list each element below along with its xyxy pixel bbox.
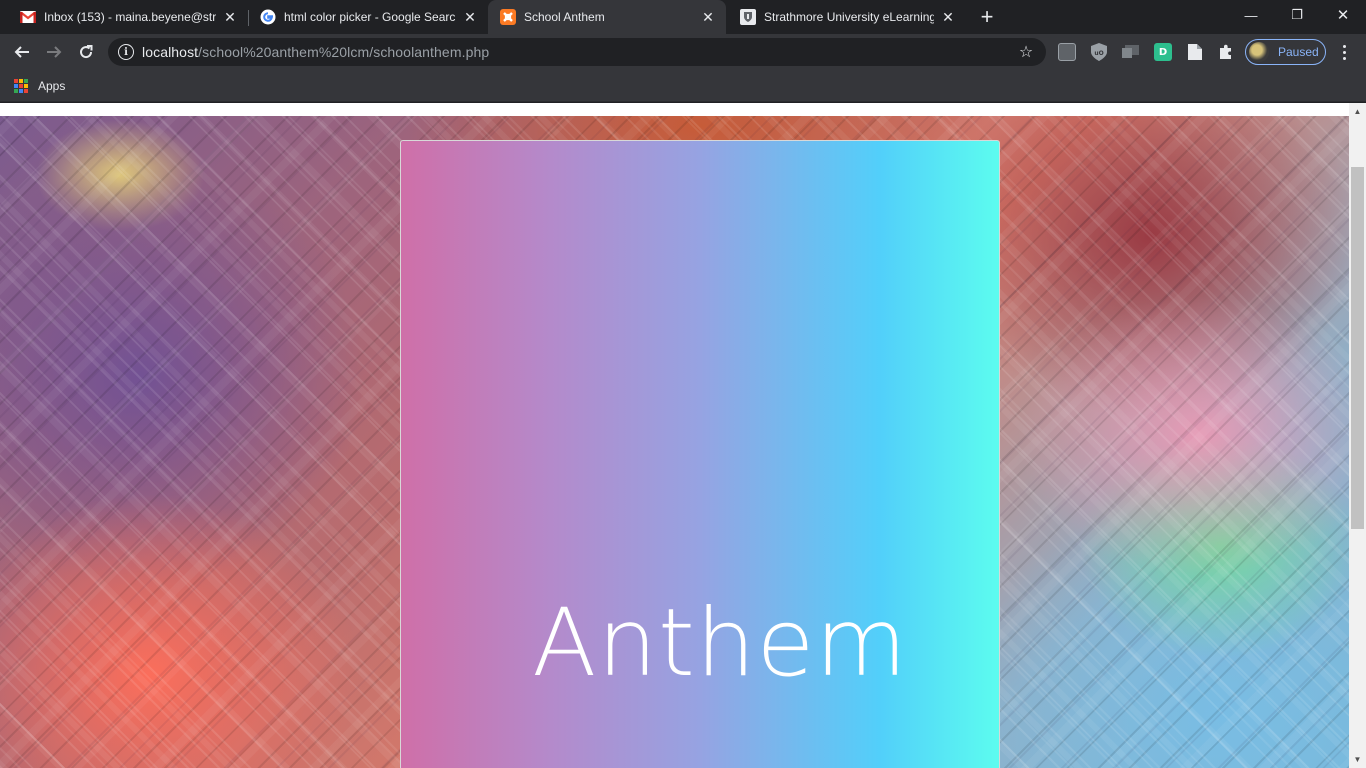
tab-gmail[interactable]: Inbox (153) - maina.beyene@stra ✕ [8, 0, 248, 34]
tab-title: html color picker - Google Searc [284, 10, 456, 24]
bookmark-star-icon[interactable]: ☆ [1016, 42, 1036, 62]
extension-gray-icon[interactable] [1058, 43, 1076, 61]
dashlane-icon[interactable]: D [1154, 43, 1172, 61]
gmail-icon [20, 9, 36, 25]
apps-label: Apps [38, 79, 66, 93]
minimize-button[interactable]: — [1228, 0, 1274, 30]
tab-close-icon[interactable]: ✕ [698, 7, 718, 27]
apps-shortcut[interactable]: Apps [14, 78, 65, 94]
tab-close-icon[interactable]: ✕ [220, 7, 240, 27]
browser-toolbar: i localhost/school%20anthem%20lcm/school… [0, 34, 1366, 70]
url-host: localhost [142, 44, 199, 60]
profile-button[interactable]: Paused [1245, 39, 1326, 65]
back-arrow-icon [14, 46, 29, 58]
site-info-icon[interactable]: i [118, 44, 134, 60]
close-window-button[interactable]: ✕ [1320, 0, 1366, 30]
forward-arrow-icon [47, 46, 62, 58]
anthem-card: Anthem [400, 140, 1000, 768]
tab-title: School Anthem [524, 10, 605, 24]
reload-icon [80, 45, 93, 59]
svg-text:uO: uO [1094, 50, 1103, 57]
page-viewport: Anthem ▲ ▼ [0, 103, 1366, 768]
extensions-puzzle-icon[interactable] [1217, 43, 1235, 61]
restore-button[interactable]: ❐ [1274, 0, 1320, 30]
tab-strathmore-elearning[interactable]: Strathmore University eLearning ✕ [728, 0, 966, 34]
cast-extension-icon[interactable] [1122, 43, 1140, 61]
strathmore-icon [740, 9, 756, 25]
avatar [1249, 42, 1269, 62]
apps-grid-icon [14, 79, 28, 93]
scroll-down-arrow-icon[interactable]: ▼ [1349, 751, 1366, 768]
scroll-up-arrow-icon[interactable]: ▲ [1349, 103, 1366, 120]
url-text[interactable]: localhost/school%20anthem%20lcm/schoolan… [142, 44, 489, 60]
url-path: /school%20anthem%20lcm/schoolanthem.php [198, 44, 490, 60]
document-icon[interactable] [1186, 43, 1204, 61]
xampp-icon [500, 9, 516, 25]
page-scrollbar[interactable]: ▲ ▼ [1349, 103, 1366, 768]
google-icon [260, 9, 276, 25]
new-tab-button[interactable]: + [974, 4, 1000, 30]
tab-google-search[interactable]: html color picker - Google Searc ✕ [248, 0, 488, 34]
page-title: Anthem [532, 589, 908, 698]
forward-button[interactable] [40, 38, 68, 66]
tab-close-icon[interactable]: ✕ [938, 7, 958, 27]
reload-button[interactable] [72, 38, 100, 66]
tab-strip: Inbox (153) - maina.beyene@stra ✕ html c… [0, 0, 1366, 34]
tab-close-icon[interactable]: ✕ [460, 7, 480, 27]
back-button[interactable] [8, 38, 36, 66]
tab-school-anthem[interactable]: School Anthem ✕ [488, 0, 726, 34]
ublock-icon[interactable]: uO [1090, 43, 1108, 61]
tab-title: Inbox (153) - maina.beyene@stra [44, 10, 216, 24]
scrollbar-thumb[interactable] [1351, 167, 1364, 529]
tab-title: Strathmore University eLearning [764, 10, 934, 24]
address-bar[interactable]: i localhost/school%20anthem%20lcm/school… [108, 38, 1046, 66]
bookmarks-bar: Apps [0, 70, 1366, 102]
profile-status: Paused [1278, 45, 1319, 59]
browser-menu-icon[interactable] [1332, 38, 1356, 66]
